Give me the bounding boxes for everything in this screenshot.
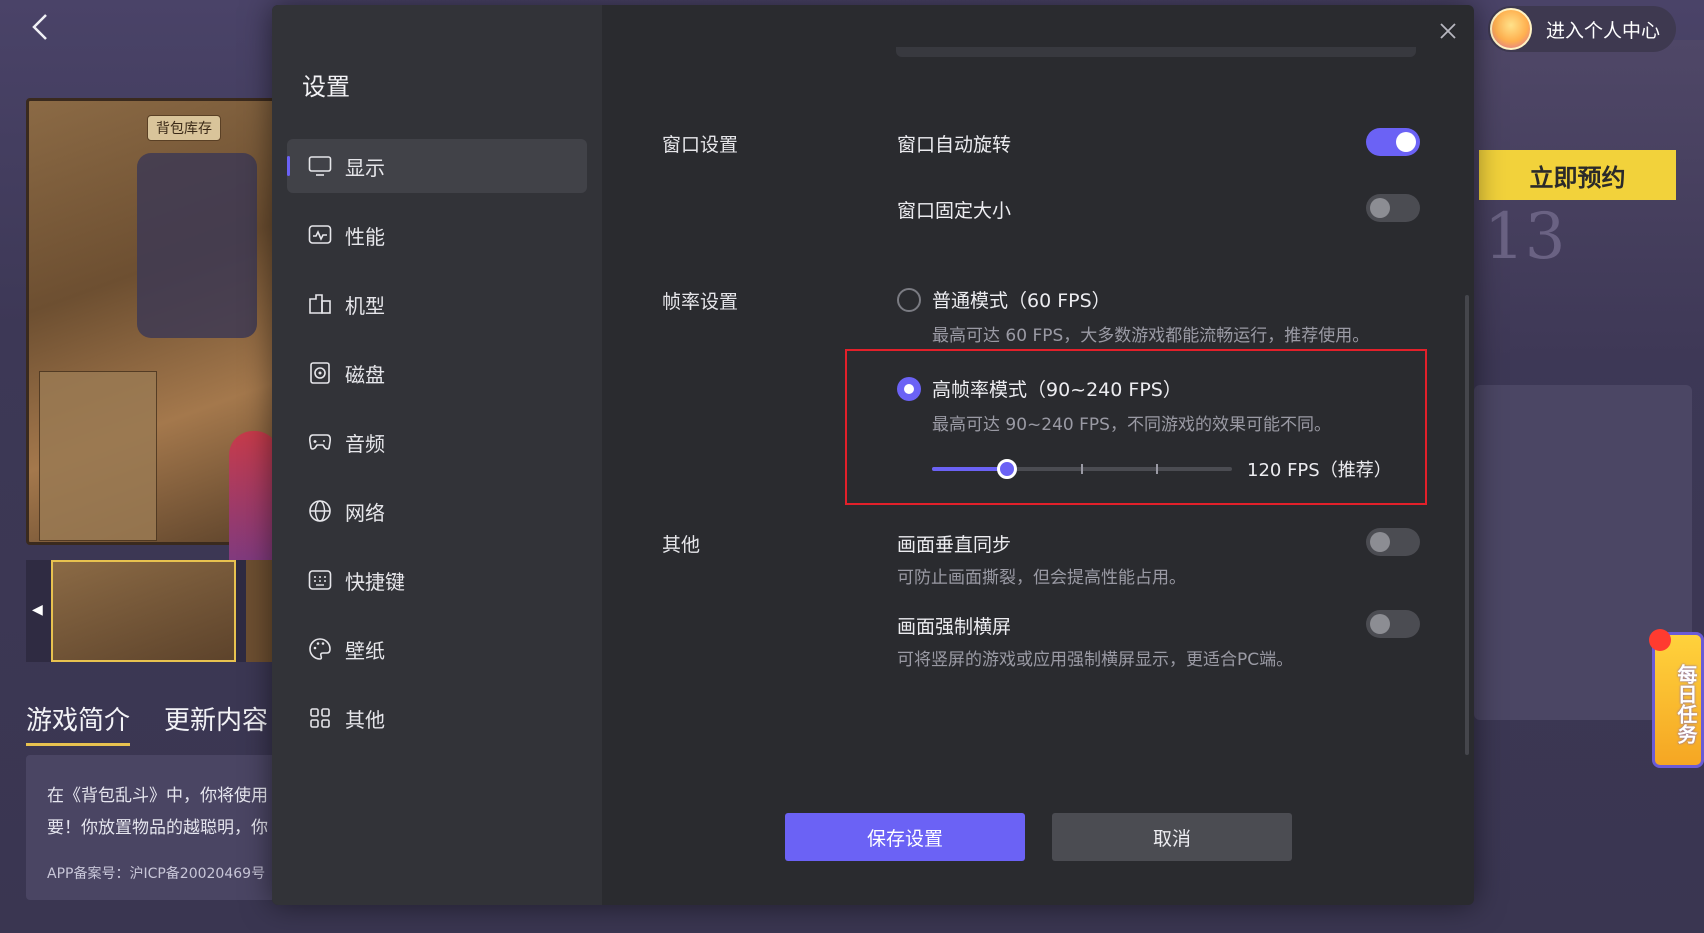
nav-item-display[interactable]: 显示: [287, 139, 587, 193]
cancel-button[interactable]: 取消: [1052, 813, 1292, 861]
globe-icon: [307, 498, 333, 524]
option-desc-vsync: 可防止画面撕裂，但会提高性能占用。: [897, 568, 1186, 588]
thumbnail-selected[interactable]: [51, 560, 236, 662]
toggle-knob: [1370, 614, 1390, 634]
nav-item-wallpaper[interactable]: 壁纸: [287, 622, 587, 676]
option-label-fixed-size: 窗口固定大小: [897, 200, 1012, 222]
force-landscape-toggle[interactable]: [1366, 610, 1420, 638]
reserve-button[interactable]: 立即预约: [1479, 150, 1676, 200]
daily-task-button[interactable]: 每日任务: [1649, 629, 1704, 768]
slider-tick: [1081, 464, 1083, 474]
pulse-icon: [307, 222, 333, 248]
profile-center-label: 进入个人中心: [1546, 19, 1661, 42]
fps-slider[interactable]: [932, 457, 1232, 481]
radio-high-fps-mode[interactable]: [897, 377, 921, 401]
nav-item-label: 音频: [345, 431, 385, 456]
radio-label-normal[interactable]: 普通模式（60 FPS）: [932, 286, 1111, 313]
disk-icon: [307, 360, 333, 386]
game-inventory-slots: [137, 153, 257, 338]
tab-intro[interactable]: 游戏简介: [26, 700, 131, 746]
daily-task-label: 每日任务: [1674, 664, 1698, 744]
game-stats-panel: [39, 371, 157, 541]
close-icon[interactable]: [1436, 19, 1460, 43]
monitor-icon: [307, 153, 333, 179]
intro-line: 要！你放置物品的越聪明，你: [47, 818, 268, 838]
toggle-knob: [1370, 198, 1390, 218]
nav-item-audio[interactable]: 音频: [287, 415, 587, 469]
nav-item-network[interactable]: 网络: [287, 484, 587, 538]
nav-item-label: 性能: [345, 224, 385, 249]
nav-item-label: 显示: [345, 155, 385, 180]
grid-icon: [307, 705, 333, 731]
nav-item-label: 其他: [345, 707, 385, 732]
scrolled-content-edge: [896, 47, 1416, 57]
nav-item-label: 机型: [345, 293, 385, 318]
option-label-auto-rotate: 窗口自动旋转: [897, 134, 1012, 156]
toggle-knob: [1396, 132, 1416, 152]
auto-rotate-toggle[interactable]: [1366, 128, 1420, 156]
palette-icon: [307, 636, 333, 662]
slider-fill: [932, 467, 1007, 471]
nav-item-label: 磁盘: [345, 362, 385, 387]
scrollbar[interactable]: [1465, 295, 1469, 755]
tab-updates[interactable]: 更新内容: [164, 700, 268, 737]
back-chevron-icon[interactable]: [30, 12, 60, 46]
gamepad-icon: [307, 429, 333, 455]
profile-center-button[interactable]: 进入个人中心: [1488, 6, 1676, 52]
radio-normal-mode[interactable]: [897, 288, 921, 312]
nav-item-label: 网络: [345, 500, 385, 525]
save-settings-button[interactable]: 保存设置: [785, 813, 1025, 861]
option-label-vsync: 画面垂直同步: [897, 534, 1012, 556]
nav-item-label: 快捷键: [345, 569, 405, 594]
banner-number: 13: [1484, 200, 1566, 274]
device-icon: [307, 291, 333, 317]
nav-item-disk[interactable]: 磁盘: [287, 346, 587, 400]
slider-thumb[interactable]: [997, 459, 1017, 479]
vsync-toggle[interactable]: [1366, 528, 1420, 556]
nav-item-model[interactable]: 机型: [287, 277, 587, 331]
section-label-other: 其他: [662, 534, 701, 556]
option-desc-force-landscape: 可将竖屏的游戏或应用强制横屏显示，更适合PC端。: [897, 650, 1294, 670]
radio-desc-normal: 最高可达 60 FPS，大多数游戏都能流畅运行，推荐使用。: [932, 326, 1370, 346]
settings-title: 设置: [302, 73, 350, 101]
intro-line: 在《背包乱斗》中，你将使用: [47, 786, 268, 806]
section-label-fps: 帧率设置: [662, 291, 739, 313]
thumb-prev-arrow-icon[interactable]: ◀: [32, 602, 43, 618]
option-label-force-landscape: 画面强制横屏: [897, 616, 1012, 638]
slider-tick: [1156, 464, 1158, 474]
right-banner: 13: [1474, 40, 1704, 360]
nav-item-performance[interactable]: 性能: [287, 208, 587, 262]
game-bag-tag: 背包库存: [147, 115, 221, 141]
radio-desc-high: 最高可达 90~240 FPS，不同游戏的效果可能不同。: [932, 415, 1331, 435]
game-screenshot[interactable]: 背包库存: [26, 98, 279, 601]
section-label-window: 窗口设置: [662, 134, 739, 156]
notification-dot: [1649, 629, 1671, 651]
settings-nav: 设置 显示 性能 机型 磁盘 音频 网络 快捷键 壁纸 其他: [272, 5, 602, 905]
thumbnail-strip: ◀: [26, 560, 286, 662]
nav-item-shortcuts[interactable]: 快捷键: [287, 553, 587, 607]
icp-label: APP备案号：沪ICP备20020469号: [47, 866, 266, 882]
avatar: [1490, 8, 1532, 50]
intro-box: 在《背包乱斗》中，你将使用 要！你放置物品的越聪明，你 APP备案号：沪ICP备…: [26, 755, 276, 900]
settings-dialog: 设置 显示 性能 机型 磁盘 音频 网络 快捷键 壁纸 其他 窗口设置 窗口自动…: [272, 5, 1474, 905]
nav-item-other[interactable]: 其他: [287, 691, 587, 745]
toggle-knob: [1370, 532, 1390, 552]
radio-label-high[interactable]: 高帧率模式（90~240 FPS）: [932, 375, 1182, 402]
fixed-size-toggle[interactable]: [1366, 194, 1420, 222]
keyboard-icon: [307, 567, 333, 593]
slider-value-label: 120 FPS（推荐）: [1247, 460, 1392, 481]
nav-item-label: 壁纸: [345, 638, 385, 663]
